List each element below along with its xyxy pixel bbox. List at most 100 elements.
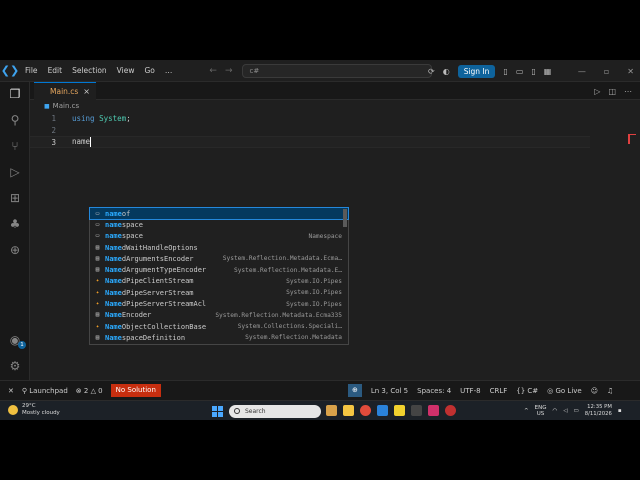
toggle-panel-icon[interactable]: ▭: [516, 67, 524, 76]
explorer-icon[interactable]: ❐: [7, 86, 23, 102]
search-icon[interactable]: ⚲: [7, 112, 23, 128]
suggest-item[interactable]: ▭ name space Namespace: [90, 231, 348, 242]
source-control-icon[interactable]: ⑂: [7, 138, 23, 154]
line-number: 1: [51, 113, 56, 123]
toggle-sidebar-icon[interactable]: ▯: [503, 67, 507, 76]
intellisense-suggest-widget[interactable]: ▭ name of ▭ name space ▭ name space Namespace ▤ Nam…: [89, 206, 349, 345]
suggest-item[interactable]: ▤ Name Encoder System.Reflection.Metadata.E…: [90, 310, 348, 321]
wifi-icon[interactable]: ◠: [552, 408, 557, 414]
overview-ruler-error-marker: [628, 134, 636, 144]
keyword-icon: ▭: [95, 220, 100, 228]
copilot-icon[interactable]: ⟳: [428, 67, 435, 76]
suggest-item[interactable]: ▭ name space: [90, 219, 348, 230]
command-center-search[interactable]: c#: [242, 63, 433, 78]
code-line: 1 using System;: [30, 112, 590, 124]
menu-edit[interactable]: Edit: [43, 66, 68, 75]
no-solution-button[interactable]: No Solution: [110, 384, 161, 397]
language-mode[interactable]: {} C#: [516, 387, 538, 395]
end-of-line[interactable]: CRLF: [490, 387, 508, 395]
suggest-rest-text: ObjectCollectionBase: [121, 322, 207, 331]
suggest-rest-text: dArgumentTypeEncoder: [121, 266, 207, 275]
semicolon-token: ;: [126, 113, 131, 123]
vscode-taskbar-icon[interactable]: [377, 405, 388, 416]
battery-icon[interactable]: ▭: [574, 408, 579, 414]
menu-go[interactable]: Go: [139, 66, 159, 75]
suggest-item[interactable]: ▤ Name dArgumentTypeEncoder System.Reflecti…: [90, 264, 348, 275]
copilot-status-icon[interactable]: ☺: [591, 387, 598, 395]
notifications-bell-icon[interactable]: ♫: [607, 387, 613, 395]
suggest-match-text: Name: [105, 333, 122, 342]
namespace-token: System: [99, 113, 127, 123]
zoom-icon[interactable]: ⊕: [348, 384, 362, 397]
suggest-match-text: Name: [105, 254, 122, 263]
back-arrow-icon[interactable]: ←: [209, 66, 217, 76]
suggest-item[interactable]: ▤ Name dWaitHandleOptions: [90, 242, 348, 253]
accounts-badge: 1: [18, 341, 26, 349]
menu-more[interactable]: …: [160, 66, 178, 75]
python-icon[interactable]: ♣: [7, 216, 23, 232]
go-live-button[interactable]: ◎ Go Live: [547, 387, 582, 395]
file-explorer-icon[interactable]: [343, 405, 354, 416]
close-window-icon[interactable]: ✕: [627, 67, 634, 76]
problems-item[interactable]: ⊗ 2 △ 0: [76, 387, 103, 395]
tiktok-icon[interactable]: [428, 405, 439, 416]
notification-icon[interactable]: ▪: [618, 408, 622, 414]
windows-taskbar: 29°C Mostly cloudy Search ^ ENG US ◠ ◁ ▭ 1…: [0, 400, 640, 420]
maximize-icon[interactable]: ▫: [604, 67, 609, 76]
tray-overflow-chevron-icon[interactable]: ^: [524, 408, 529, 414]
weather-condition: Mostly cloudy: [22, 410, 60, 416]
suggest-item[interactable]: ✦ Name ObjectCollectionBase System.Collecti…: [90, 321, 348, 332]
suggest-match-text: Name: [105, 288, 122, 297]
remote-indicator-icon[interactable]: ✕: [8, 387, 14, 395]
struct-icon: ▤: [95, 254, 100, 262]
widgets-app-icon[interactable]: [326, 405, 337, 416]
menu-selection[interactable]: Selection: [67, 66, 112, 75]
accounts-icon[interactable]: ◉ 1: [7, 332, 26, 349]
menu-file[interactable]: File: [20, 66, 43, 75]
minimize-icon[interactable]: —: [578, 67, 586, 76]
sticky-notes-icon[interactable]: [394, 405, 405, 416]
cursor-position[interactable]: Ln 3, Col 5: [371, 387, 408, 395]
settings-gear-icon[interactable]: ⚙: [7, 358, 23, 374]
suggest-item[interactable]: ▭ name of: [89, 206, 349, 221]
taskbar-search[interactable]: Search: [229, 405, 321, 418]
menu-view[interactable]: View: [112, 66, 140, 75]
run-icon[interactable]: ▷: [594, 87, 600, 96]
app-icon[interactable]: [411, 405, 422, 416]
close-tab-icon[interactable]: ×: [83, 87, 90, 96]
launchpad-item[interactable]: ⚲ Launchpad: [22, 387, 68, 395]
suggest-scrollbar[interactable]: [343, 209, 347, 227]
suggest-rest-text: space: [121, 220, 143, 229]
forward-arrow-icon[interactable]: →: [225, 66, 233, 76]
chrome-icon[interactable]: [360, 405, 371, 416]
suggest-item[interactable]: ✦ Name dPipeServerStream System.IO.Pipes: [90, 287, 348, 298]
suggest-item[interactable]: ✦ Name dPipeServerStreamAcl System.IO.Pipes: [90, 298, 348, 309]
recorder-icon[interactable]: [445, 405, 456, 416]
input-language[interactable]: ENG US: [535, 405, 547, 417]
sign-in-button[interactable]: Sign In: [457, 64, 496, 78]
editor-tab-bar: Main.cs × ▷ ◫ ⋯: [30, 82, 640, 100]
temperature: 29°C: [22, 403, 36, 409]
indentation[interactable]: Spaces: 4: [417, 387, 451, 395]
suggest-item[interactable]: ▤ Name spaceDefinition System.Reflection.Me…: [90, 332, 348, 343]
customize-layout-icon[interactable]: ▦: [544, 67, 552, 76]
split-editor-icon[interactable]: ◫: [608, 87, 616, 96]
run-debug-icon[interactable]: ▷: [7, 164, 23, 180]
volume-icon[interactable]: ◁: [563, 408, 567, 414]
more-actions-icon[interactable]: ⋯: [624, 87, 632, 96]
toggle-secondary-sidebar-icon[interactable]: ▯: [531, 67, 535, 76]
suggest-item[interactable]: ✦ Name dPipeClientStream System.IO.Pipes: [90, 276, 348, 287]
breadcrumb-file[interactable]: Main.cs: [53, 102, 79, 110]
line-number: 3: [51, 137, 56, 147]
account-icon[interactable]: ◐: [443, 67, 450, 76]
remote-explorer-icon[interactable]: ⊕: [7, 242, 23, 258]
suggest-item[interactable]: ▤ Name dArgumentsEncoder System.Reflection.…: [90, 253, 348, 264]
extensions-icon[interactable]: ⊞: [7, 190, 23, 206]
taskbar-search-label: Search: [245, 408, 266, 415]
windows-start-icon[interactable]: [212, 406, 223, 417]
encoding[interactable]: UTF-8: [460, 387, 480, 395]
clock[interactable]: 12:35 PM 8/11/2026: [585, 404, 612, 418]
braces-icon: {}: [516, 386, 528, 395]
tab-main-cs[interactable]: Main.cs ×: [34, 82, 96, 100]
weather-widget[interactable]: 29°C Mostly cloudy: [8, 403, 60, 417]
